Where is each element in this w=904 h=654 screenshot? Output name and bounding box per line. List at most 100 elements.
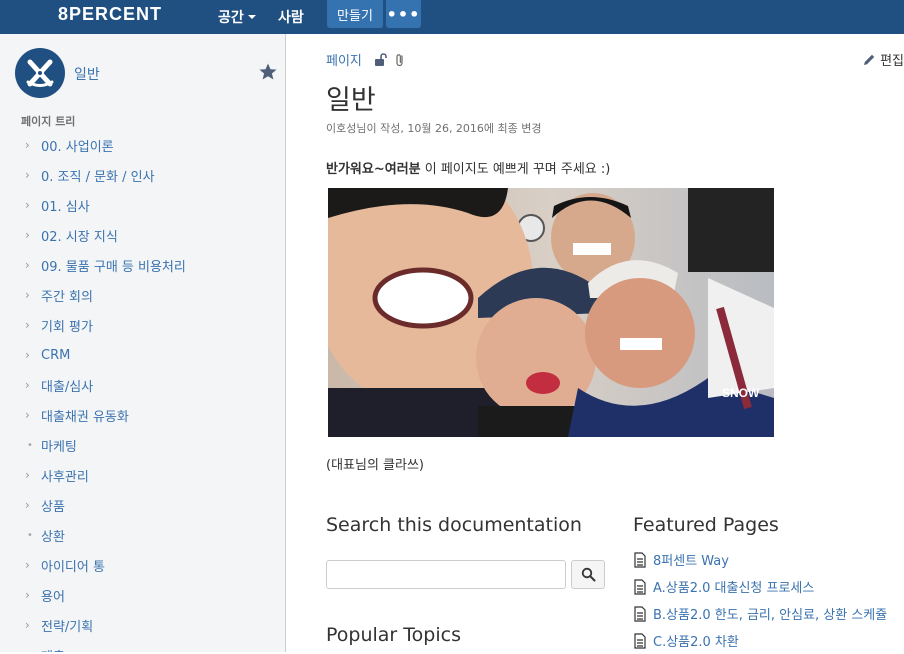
chevron-right-icon[interactable]: ›	[25, 558, 41, 572]
chevron-right-icon[interactable]: ›	[25, 618, 41, 632]
breadcrumb-pages-link[interactable]: 페이지	[326, 50, 362, 69]
sidebar-tree-item[interactable]: › 주간 회의	[0, 280, 285, 310]
sidebar-tree-item-label[interactable]: 대출채권 유동화	[41, 406, 129, 425]
sidebar-tree-item[interactable]: ›제출	[0, 640, 285, 653]
featured-page-link[interactable]: B.상품2.0 한도, 금리, 안심료, 상환 스케쥴	[633, 600, 904, 627]
page-title: 일반	[326, 85, 376, 116]
photo-illustration: SNOW	[328, 188, 774, 437]
sidebar-tree-item[interactable]: › 용어	[0, 580, 285, 610]
sidebar-tree-item-label[interactable]: 01. 심사	[41, 196, 90, 215]
sidebar-tree-item-label[interactable]: 전략/기획	[41, 616, 93, 635]
sidebar-tree-item-label[interactable]: 마케팅	[41, 436, 77, 455]
sidebar-tree-item[interactable]: › 00. 사업이론	[0, 130, 285, 160]
sidebar-tree-item-label[interactable]: 사후관리	[41, 466, 89, 485]
chevron-right-icon[interactable]: ›	[25, 348, 41, 362]
space-avatar[interactable]	[15, 48, 65, 98]
sidebar-tree-item[interactable]: • 상환	[0, 520, 285, 550]
sidebar-tree-item[interactable]: › 09. 물품 구매 등 비용처리	[0, 250, 285, 280]
group-selfie-image[interactable]: SNOW	[328, 188, 774, 437]
sidebar-tree-item[interactable]: • 마케팅	[0, 430, 285, 460]
chevron-right-icon[interactable]: ›	[25, 258, 41, 272]
sidebar-tree-item[interactable]: › 01. 심사	[0, 190, 285, 220]
top-navigation-bar: 8PERCENT 공간 사람 만들기 •••	[0, 0, 904, 34]
search-button[interactable]	[571, 560, 605, 589]
unlock-icon[interactable]	[374, 52, 388, 67]
nav-spaces-menu[interactable]: 공간	[218, 0, 256, 34]
chevron-right-icon[interactable]: ›	[25, 288, 41, 302]
featured-page-link[interactable]: C.상품2.0 차환	[633, 627, 904, 654]
chevron-right-icon[interactable]: ›	[25, 468, 41, 482]
sidebar-tree-item[interactable]: › 아이디어 통	[0, 550, 285, 580]
sidebar-tree-item-label[interactable]: 아이디어 통	[41, 556, 105, 575]
sidebar-tree-item[interactable]: › 대출채권 유동화	[0, 400, 285, 430]
intro-text: 이 페이지도 예쁘게 꾸며 주세요 :)	[420, 162, 611, 177]
nav-people-link[interactable]: 사람	[278, 0, 304, 34]
featured-page-link[interactable]: A.상품2.0 대출신청 프로세스	[633, 573, 904, 600]
sidebar-tree-item-label[interactable]: 용어	[41, 586, 65, 605]
featured-page-label[interactable]: C.상품2.0 차환	[653, 631, 739, 650]
page-icon	[634, 605, 646, 622]
sidebar-tree-item[interactable]: › 02. 시장 지식	[0, 220, 285, 250]
chevron-right-icon[interactable]: ›	[25, 648, 41, 652]
sidebar-tree-item[interactable]: › 전략/기획	[0, 610, 285, 640]
sidebar-tree-item-label[interactable]: 0. 조직 / 문화 / 인사	[41, 166, 155, 185]
chevron-right-icon[interactable]: ›	[25, 408, 41, 422]
page-tree-title: 페이지 트리	[21, 115, 76, 128]
featured-pages-heading: Featured Pages	[633, 514, 779, 536]
intro-bold-text: 반가워요~여러분	[326, 162, 421, 177]
sidebar-tree-item-label[interactable]: 상환	[41, 526, 65, 545]
sidebar-tree-item[interactable]: › 기회 평가	[0, 310, 285, 340]
sidebar-tree-item[interactable]: › 0. 조직 / 문화 / 인사	[0, 160, 285, 190]
sidebar-tree-item-label[interactable]: 주간 회의	[41, 286, 93, 305]
chevron-right-icon[interactable]: ›	[25, 168, 41, 182]
chevron-right-icon[interactable]: ›	[25, 378, 41, 392]
bullet-icon: •	[27, 529, 33, 541]
chevron-right-icon[interactable]: ›	[25, 138, 41, 152]
chevron-right-icon[interactable]: ›	[25, 588, 41, 602]
featured-page-link[interactable]: 8퍼센트 Way	[633, 546, 904, 573]
star-icon[interactable]	[258, 62, 278, 82]
sidebar-tree-item[interactable]: › CRM	[0, 340, 285, 370]
more-options-button[interactable]: •••	[386, 0, 421, 28]
search-icon	[581, 567, 595, 582]
attachment-icon[interactable]	[394, 53, 406, 67]
sidebar-tree-item-label[interactable]: 09. 물품 구매 등 비용처리	[41, 256, 186, 275]
chevron-right-icon[interactable]: ›	[25, 198, 41, 212]
page-byline: 이호성님이 작성, 10월 26, 2016에 최종 변경	[326, 122, 542, 135]
sidebar-tree-item-label[interactable]: 대출/심사	[41, 376, 93, 395]
sidebar-tree-item-label[interactable]: 제출	[41, 646, 65, 653]
featured-page-label[interactable]: B.상품2.0 한도, 금리, 안심료, 상환 스케쥴	[653, 604, 887, 623]
search-heading: Search this documentation	[326, 514, 582, 536]
sidebar-tree-item-label[interactable]: 00. 사업이론	[41, 136, 114, 155]
chevron-down-icon	[247, 15, 256, 19]
image-caption: (대표님의 클라쓰)	[326, 458, 424, 473]
sidebar-tree-item-label[interactable]: 02. 시장 지식	[41, 226, 118, 245]
sidebar-tree-item[interactable]: › 대출/심사	[0, 370, 285, 400]
breadcrumb: 페이지	[326, 50, 406, 69]
sidebar-tree-item-label[interactable]: 상품	[41, 496, 65, 515]
edit-button[interactable]: 편집	[862, 50, 904, 69]
bullet-icon: •	[27, 439, 33, 451]
page-tree: › 00. 사업이론 › 0. 조직 / 문화 / 인사 › 01. 심사 › 02. 시장 …	[0, 130, 285, 653]
page-icon	[634, 578, 646, 595]
featured-page-label[interactable]: A.상품2.0 대출신청 프로세스	[653, 577, 814, 596]
sidebar-tree-item[interactable]: › 사후관리	[0, 460, 285, 490]
space-name-link[interactable]: 일반	[74, 64, 100, 84]
main-content: 페이지 편집 일반 이호성님이 작성, 10월 26, 2016에 최종 변경 …	[286, 34, 904, 652]
intro-paragraph: 반가워요~여러분 이 페이지도 예쁘게 꾸며 주세요 :)	[326, 158, 610, 177]
sidebar-tree-item[interactable]: › 상품	[0, 490, 285, 520]
page-icon	[634, 551, 646, 568]
chevron-right-icon[interactable]: ›	[25, 498, 41, 512]
chevron-right-icon[interactable]: ›	[25, 318, 41, 332]
sidebar-tree-item-label[interactable]: CRM	[41, 348, 70, 363]
pencil-icon	[864, 54, 875, 65]
sidebar-tree-item-label[interactable]: 기회 평가	[41, 316, 93, 335]
chevron-right-icon[interactable]: ›	[25, 228, 41, 242]
featured-pages-list: 8퍼센트 Way A.상품2.0 대출신청 프로세스 B.상품2.0 한도, 금리,…	[633, 546, 904, 654]
featured-page-label[interactable]: 8퍼센트 Way	[653, 550, 729, 569]
search-input[interactable]	[326, 560, 566, 589]
app-logo[interactable]: 8PERCENT	[58, 4, 162, 25]
create-button[interactable]: 만들기	[327, 0, 383, 28]
page-icon	[634, 632, 646, 649]
edit-label: 편집	[880, 54, 904, 69]
